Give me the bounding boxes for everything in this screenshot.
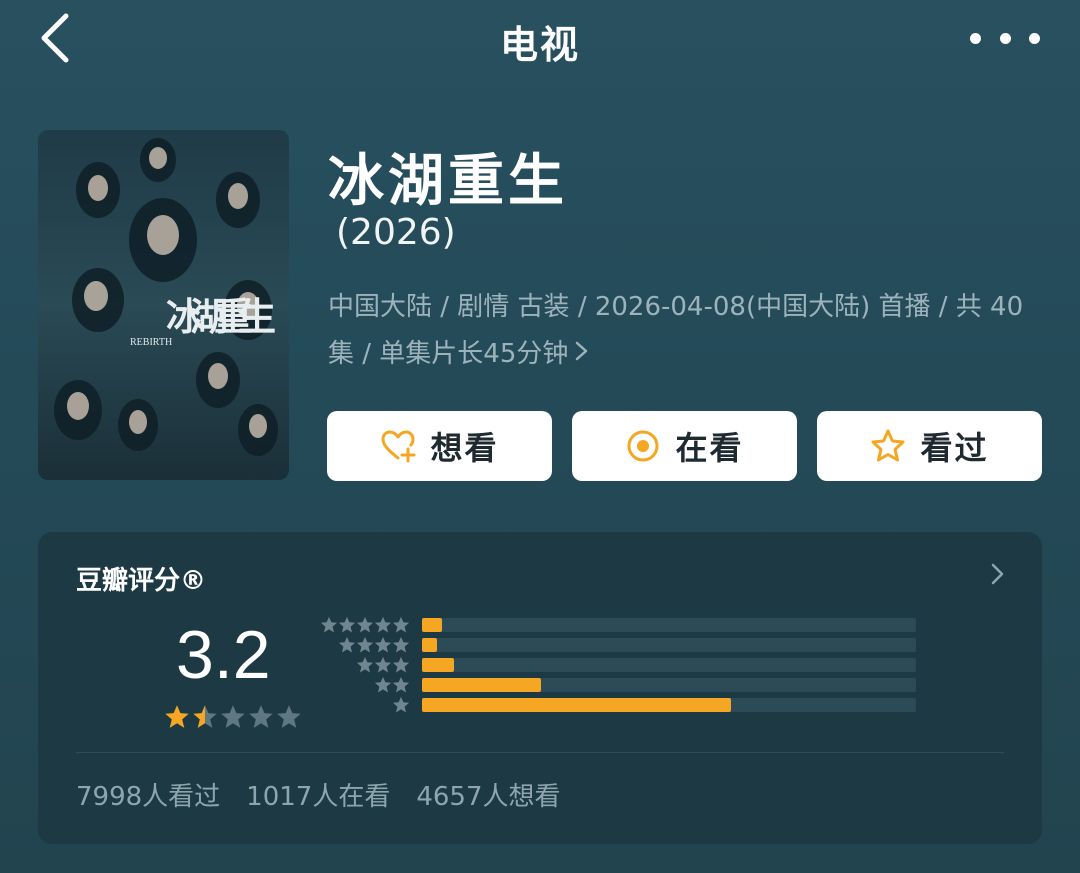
distribution-stars-3 — [356, 656, 410, 674]
distribution-bar-fill — [422, 698, 731, 712]
watching-button[interactable]: 在看 — [572, 411, 797, 481]
star-icon — [338, 636, 356, 653]
watched-count: 7998人看过 — [76, 782, 221, 812]
distribution-bar-fill — [422, 618, 442, 632]
star-icon — [338, 616, 356, 633]
chevron-right-icon[interactable] — [990, 562, 1006, 590]
distribution-stars-4 — [338, 636, 410, 654]
distribution-stars-1 — [392, 696, 410, 714]
more-dot-icon — [1029, 32, 1040, 44]
distribution-bar-track — [422, 638, 916, 652]
star-icon — [356, 616, 374, 633]
rating-score: 3.2 — [176, 617, 271, 693]
want-to-watch-button[interactable]: 想看 — [327, 411, 552, 481]
star-icon — [277, 705, 301, 728]
star-icon — [221, 705, 245, 728]
distribution-bar-track — [422, 698, 916, 712]
watched-button[interactable]: 看过 — [817, 411, 1042, 481]
rating-stars — [164, 704, 302, 730]
poster-subtitle: REBIRTH — [130, 337, 172, 348]
want-to-watch-label: 想看 — [430, 429, 499, 467]
distribution-bar-track — [422, 618, 916, 632]
distribution-bar-track — [422, 658, 916, 672]
audience-counts: 7998人看过 1017人在看 4657人想看 — [76, 776, 561, 813]
show-year: (2026) — [336, 212, 456, 253]
distribution-bar-track — [422, 678, 916, 692]
more-dot-icon — [999, 32, 1011, 44]
poster-image[interactable]: 冰湖重生 REBIRTH — [38, 130, 289, 480]
target-icon — [625, 428, 661, 464]
top-bar: 电视 — [0, 0, 1080, 80]
star-icon — [392, 636, 410, 653]
star-icon — [374, 636, 392, 653]
star-icon — [249, 705, 273, 728]
show-meta-link[interactable]: 中国大陆 / 剧情 古装 / 2026-04-08(中国大陆) 首播 / 共 4… — [328, 284, 1028, 378]
watching-label: 在看 — [675, 429, 744, 467]
star-icon — [374, 676, 392, 693]
star-icon — [392, 676, 410, 693]
star-icon — [165, 705, 189, 728]
distribution-bar-fill — [422, 638, 437, 652]
page-title: 电视 — [499, 23, 580, 67]
rating-title: 豆瓣评分® — [76, 566, 207, 596]
star-icon — [392, 656, 410, 673]
want-count: 4657人想看 — [416, 782, 561, 812]
poster-title: 冰湖重生 — [166, 294, 276, 339]
more-options-button[interactable] — [970, 24, 1040, 52]
show-title: 冰湖重生 — [328, 149, 568, 214]
star-icon — [356, 636, 374, 653]
star-icon — [356, 656, 374, 673]
star-outline-icon — [870, 428, 906, 464]
distribution-stars-5 — [320, 616, 410, 634]
chevron-right-icon — [574, 331, 590, 378]
distribution-stars-2 — [374, 676, 410, 694]
rating-card[interactable]: 豆瓣评分® 3.2 7998人看过 1017人在看 4657人想看 — [38, 532, 1042, 844]
star-icon — [374, 656, 392, 673]
watched-label: 看过 — [920, 429, 989, 467]
star-icon — [193, 705, 217, 728]
distribution-bar-fill — [422, 678, 541, 692]
divider — [76, 752, 1004, 753]
star-icon — [374, 616, 392, 633]
star-icon — [392, 696, 410, 713]
star-icon — [392, 616, 410, 633]
more-dot-icon — [970, 32, 981, 44]
watching-count: 1017人在看 — [246, 782, 391, 812]
heart-plus-icon — [380, 428, 416, 464]
star-icon — [320, 616, 338, 633]
distribution-bar-fill — [422, 658, 455, 672]
show-meta-text: 中国大陆 / 剧情 古装 / 2026-04-08(中国大陆) 首播 / 共 4… — [328, 292, 1024, 369]
